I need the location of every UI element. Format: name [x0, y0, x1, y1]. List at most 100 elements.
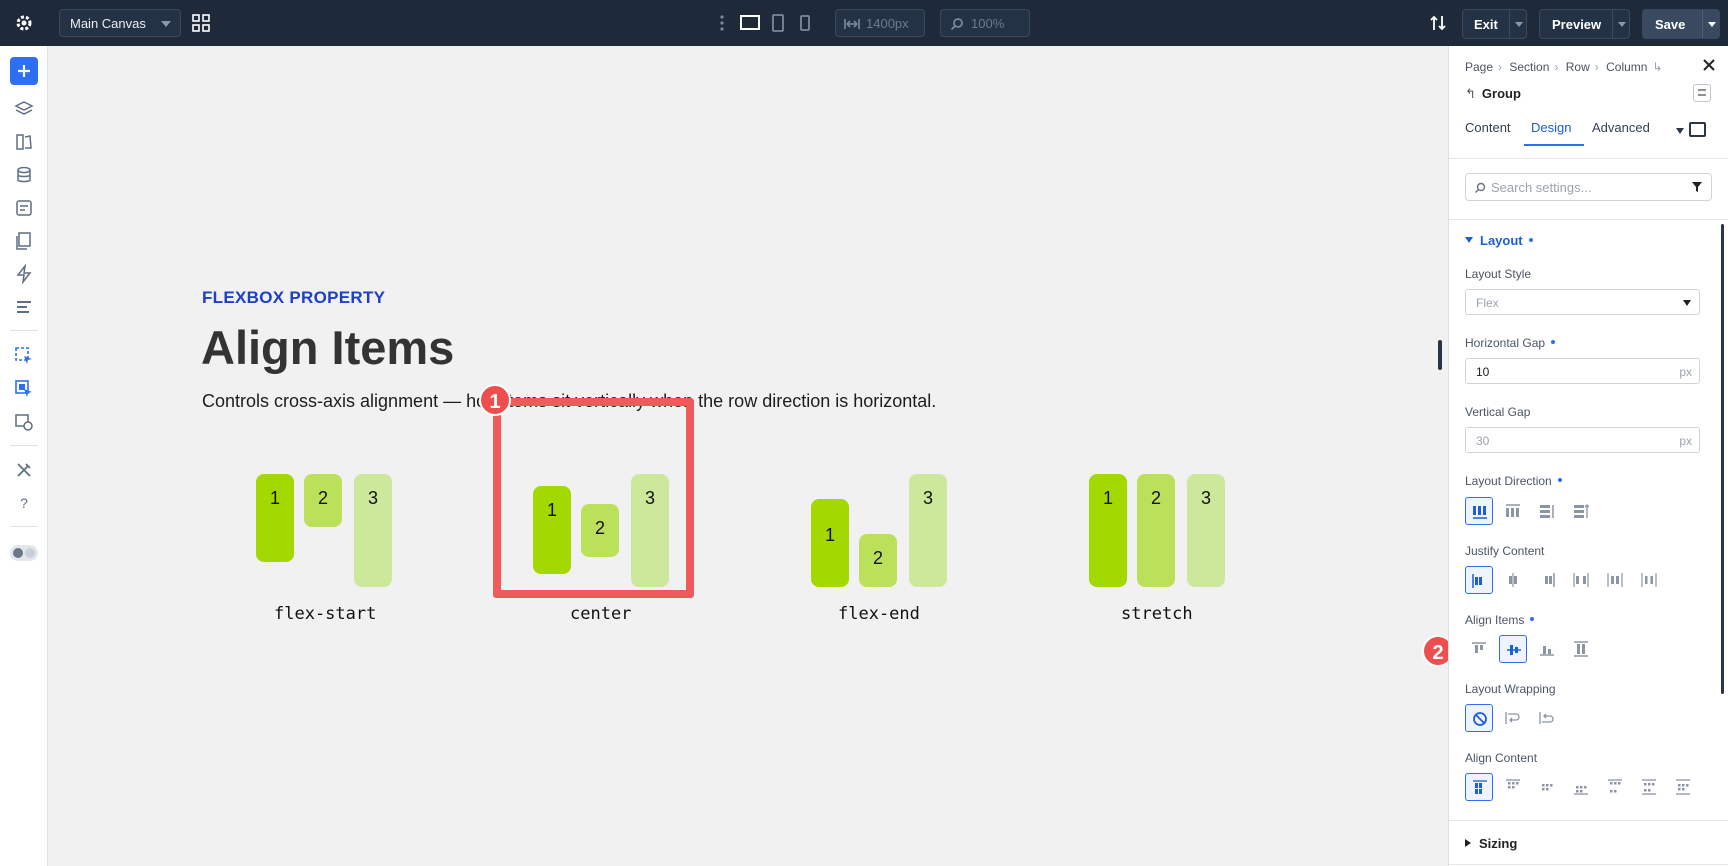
direction-column-reverse-button[interactable]: [1567, 497, 1595, 525]
zoom-value: 100%: [971, 16, 1005, 31]
close-icon[interactable]: [1702, 58, 1716, 72]
layers-icon[interactable]: [14, 99, 34, 119]
align-content-start-button[interactable]: [1499, 773, 1527, 801]
align-content-stretch-button[interactable]: [1465, 773, 1493, 801]
layout-style-select[interactable]: Flex: [1465, 289, 1700, 315]
theme-toggle[interactable]: [10, 545, 38, 561]
breadcrumb-row[interactable]: Row: [1566, 60, 1590, 74]
justify-start-button[interactable]: [1465, 566, 1493, 594]
settings-gear-icon[interactable]: [14, 13, 34, 33]
horizontal-gap-input[interactable]: 10 px: [1465, 358, 1700, 384]
no-wrap-button[interactable]: [1465, 704, 1493, 732]
save-button-label: Save: [1655, 17, 1686, 32]
toggle-knob: [25, 548, 35, 558]
breadcrumb: Page › Section › Row › Column ↳: [1465, 60, 1667, 74]
more-vertical-icon[interactable]: [716, 13, 728, 33]
exit-button[interactable]: Exit: [1462, 9, 1527, 39]
align-items-label: Align Items: [1465, 613, 1535, 627]
preview-button[interactable]: Preview: [1539, 9, 1630, 39]
wrap-button[interactable]: [1499, 704, 1527, 732]
direction-row-reverse-button[interactable]: [1499, 497, 1527, 525]
svg-text:?: ?: [20, 495, 28, 511]
database-icon[interactable]: [14, 165, 34, 185]
align-stretch-button[interactable]: [1567, 635, 1595, 663]
phone-view-icon[interactable]: [798, 13, 812, 33]
unit-label[interactable]: px: [1679, 434, 1692, 448]
panel-scrollbar[interactable]: [1721, 224, 1724, 694]
chevron-down-icon[interactable]: [1676, 128, 1684, 134]
demo-label: flex-start: [274, 604, 377, 624]
vertical-gap-label: Vertical Gap: [1465, 405, 1531, 419]
history-icon[interactable]: [14, 412, 34, 432]
zoom-field[interactable]: 100%: [940, 9, 1030, 37]
sort-arrows-icon[interactable]: [1428, 13, 1448, 33]
select-element-icon[interactable]: [14, 346, 34, 366]
breadcrumb-page[interactable]: Page: [1465, 60, 1493, 74]
align-end-button[interactable]: [1533, 635, 1561, 663]
canvas-width-field[interactable]: 1400px: [835, 9, 925, 37]
direction-column-button[interactable]: [1533, 497, 1561, 525]
grid-layout-icon[interactable]: [191, 13, 211, 33]
justify-end-button[interactable]: [1533, 566, 1561, 594]
align-start-button[interactable]: [1465, 635, 1493, 663]
direction-row-button[interactable]: [1465, 497, 1493, 525]
form-fields-icon[interactable]: [14, 198, 34, 218]
breadcrumb-column[interactable]: Column: [1606, 60, 1647, 74]
design-library-icon[interactable]: [14, 132, 34, 152]
sizing-section-toggle[interactable]: Sizing: [1465, 836, 1517, 851]
multi-select-icon[interactable]: [14, 379, 34, 399]
chevron-down-icon[interactable]: [1618, 22, 1626, 27]
justify-space-around-button[interactable]: [1601, 566, 1629, 594]
help-icon[interactable]: ?: [14, 493, 34, 513]
breadcrumb-section[interactable]: Section: [1509, 60, 1549, 74]
align-content-end-button[interactable]: [1567, 773, 1595, 801]
align-content-space-between-button[interactable]: [1601, 773, 1629, 801]
add-element-button[interactable]: [10, 57, 38, 85]
chevron-right-icon: ›: [1594, 60, 1599, 74]
desktop-view-icon[interactable]: [739, 13, 761, 33]
tablet-view-icon[interactable]: [770, 12, 786, 34]
canvas-select[interactable]: Main Canvas: [59, 9, 181, 37]
justify-space-evenly-button[interactable]: [1635, 566, 1663, 594]
active-tab-indicator: [1524, 144, 1584, 146]
lightning-icon[interactable]: [14, 264, 34, 284]
pages-icon[interactable]: [14, 231, 34, 251]
layout-direction-label-text: Layout Direction: [1465, 474, 1552, 488]
back-arrow-icon[interactable]: ↰: [1465, 86, 1476, 101]
vertical-gap-input[interactable]: 30 px: [1465, 427, 1700, 453]
wrap-reverse-button[interactable]: [1533, 704, 1561, 732]
align-center-button[interactable]: [1499, 635, 1527, 663]
canvas-select-value: Main Canvas: [70, 16, 146, 31]
tab-design[interactable]: Design: [1531, 120, 1571, 135]
tools-icon[interactable]: [14, 460, 34, 480]
filter-icon[interactable]: [1691, 181, 1703, 193]
align-content-space-around-button[interactable]: [1635, 773, 1663, 801]
chevron-down-icon[interactable]: [1515, 22, 1523, 27]
caret-down-icon: [1465, 237, 1473, 243]
align-center-icon: [1507, 645, 1521, 655]
direction-column-icon: [1540, 505, 1554, 518]
unit-label[interactable]: px: [1679, 365, 1692, 379]
panel-divider: [1449, 820, 1728, 821]
align-content-label: Align Content: [1465, 751, 1538, 765]
canvas-resize-handle[interactable]: [1438, 340, 1442, 370]
box-preview-icon[interactable]: [1689, 122, 1706, 137]
align-content-space-evenly-button[interactable]: [1669, 773, 1697, 801]
chevron-down-icon[interactable]: [1708, 22, 1716, 27]
flex-item-number: 2: [317, 488, 328, 508]
tab-advanced[interactable]: Advanced: [1592, 120, 1650, 135]
layout-style-label: Layout Style: [1465, 267, 1532, 281]
justify-space-between-button[interactable]: [1567, 566, 1595, 594]
preset-settings-icon[interactable]: [1693, 84, 1711, 102]
search-settings-input[interactable]: Search settings...: [1465, 173, 1712, 201]
tab-content[interactable]: Content: [1465, 120, 1511, 135]
direction-column-reverse-icon: [1574, 504, 1589, 518]
save-button[interactable]: Save: [1642, 9, 1720, 39]
list-settings-icon[interactable]: [14, 297, 34, 317]
align-content-center-button[interactable]: [1533, 773, 1561, 801]
plus-icon: [18, 65, 30, 77]
justify-center-button[interactable]: [1499, 566, 1527, 594]
justify-space-between-icon: [1573, 573, 1589, 587]
demo-flex-end: 1 2 3: [811, 474, 961, 624]
layout-section-toggle[interactable]: Layout: [1465, 233, 1533, 248]
